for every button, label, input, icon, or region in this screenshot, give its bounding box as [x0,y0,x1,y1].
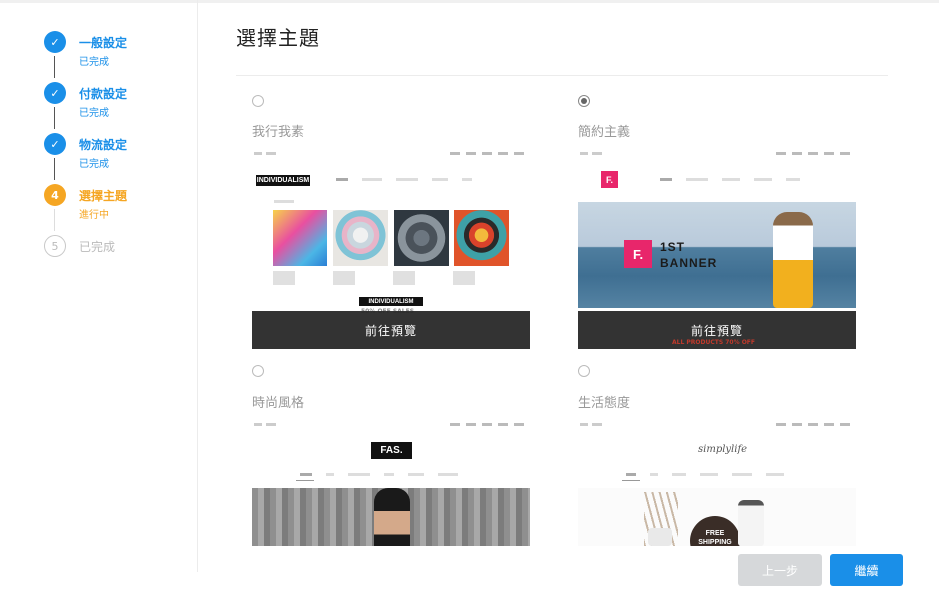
theme-preview-individualism[interactable]: INDIVIDUALISM INDIVIDUALISM 50% OFF SALE… [252,149,530,349]
banner-image [252,488,530,546]
badge-line1: FREE [705,530,725,537]
step-title: 已完成 [79,240,116,254]
step-number: 5 [44,235,66,257]
step-number: 4 [44,184,66,206]
banner-heading-line2: BANNER [660,256,718,270]
theme-name: 生活態度 [578,396,631,411]
preview-logo: FAS. [371,442,412,459]
preview-menu [300,473,472,479]
theme-preview-lifestyle[interactable]: simplylife FREE SHIPPING [578,420,856,546]
preview-topbar [578,420,856,430]
banner-logo: F. [624,240,652,268]
preview-label: 前往預覽 [690,323,743,338]
preview-topbar [252,420,530,430]
step-status: 已完成 [79,57,109,68]
check-icon: ✓ [44,31,66,53]
product-image [333,210,388,266]
step-connector [54,56,55,78]
banner-image: FREE SHIPPING [578,488,856,546]
banner-figure [374,488,410,546]
theme-name: 時尚風格 [252,396,305,411]
diffuser-bottle [648,528,672,546]
preview-topbar [578,149,856,159]
preview-topbar [252,149,530,159]
step-title: 付款設定 [79,87,128,101]
product-image [454,210,509,266]
step-status: 進行中 [79,210,109,221]
badge-line2: SHIPPING [698,539,732,546]
step-title: 一般設定 [79,36,128,50]
soap-dispenser [738,500,764,546]
preview-button[interactable]: 前往預覽 [252,311,530,349]
preview-logo: F. [601,171,618,188]
theme-preview-minimalism[interactable]: F. F. 1ST BANNER 前往預覽 ALL PRODUCTS 70% O… [578,149,856,349]
continue-button[interactable]: 繼續 [830,554,903,586]
theme-radio-individualism[interactable] [252,95,264,107]
preview-logo: INDIVIDUALISM [256,175,310,186]
theme-name: 我行我素 [252,125,305,140]
check-icon: ✓ [44,133,66,155]
step-status: 已完成 [79,159,109,170]
preview-logo: simplylife [698,444,748,455]
product-image [394,210,449,266]
step-title: 物流設定 [79,138,128,152]
banner-heading-line1: 1ST [660,240,686,254]
step-connector [54,107,55,129]
product-image [273,210,327,266]
banner-logo: INDIVIDUALISM [359,297,423,306]
free-shipping-badge: FREE SHIPPING [690,516,740,546]
banner-image: F. 1ST BANNER [578,202,856,308]
theme-radio-fashion[interactable] [252,365,264,377]
banner-subtext: ALL PRODUCTS 70% OFF [672,339,756,346]
preview-menu [336,178,486,184]
theme-name: 簡約主義 [578,125,631,140]
product-info [273,271,509,285]
preview-section-label [274,200,294,203]
step-status: 已完成 [79,108,109,119]
step-title: 選擇主題 [79,189,128,203]
menu-underline [622,480,640,481]
theme-radio-minimalism[interactable] [578,95,590,107]
preview-button[interactable]: 前往預覽 ALL PRODUCTS 70% OFF [578,311,856,349]
menu-underline [296,480,314,481]
setup-stepper: ✓ 一般設定 已完成 ✓ 付款設定 已完成 ✓ 物流設定 已完成 4 選擇主題 … [0,0,198,572]
title-divider [236,75,888,76]
preview-menu [626,473,798,479]
banner-figure [773,212,813,308]
preview-menu [660,178,814,184]
back-button[interactable]: 上一步 [738,554,822,586]
theme-radio-lifestyle[interactable] [578,365,590,377]
step-connector [54,158,55,180]
page-title: 選擇主題 [236,26,320,50]
step-connector [54,209,55,231]
check-icon: ✓ [44,82,66,104]
theme-preview-fashion[interactable]: FAS. [252,420,530,546]
